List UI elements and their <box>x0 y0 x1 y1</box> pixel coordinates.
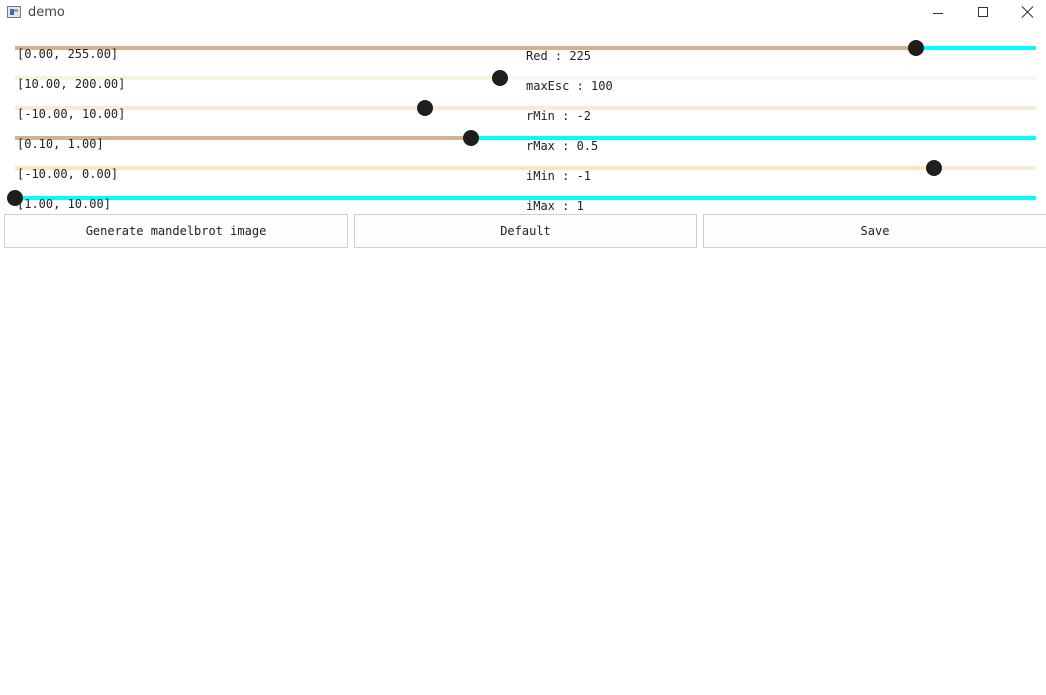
close-button[interactable] <box>1006 0 1046 28</box>
slider-value-label: iMin : -1 <box>526 169 592 183</box>
slider-value-label: rMin : -2 <box>526 109 592 123</box>
slider-range-label: [0.00, 255.00] <box>17 47 119 61</box>
slider-value-label: rMax : 0.5 <box>526 139 599 153</box>
slider-value-label: iMax : 1 <box>526 199 584 213</box>
slider-handle[interactable] <box>925 160 942 176</box>
generate-mandelbrot-button[interactable]: Generate mandelbrot image <box>4 214 348 248</box>
slider-value-label: Red : 225 <box>526 49 592 63</box>
slider-fill <box>15 46 916 50</box>
slider-range-label: [-10.00, 0.00] <box>17 167 119 181</box>
slider-range-label: [1.00, 10.00] <box>17 197 111 211</box>
save-button[interactable]: Save <box>703 214 1046 248</box>
window-title: demo <box>28 5 65 20</box>
app-icon <box>7 6 21 18</box>
slider-handle[interactable] <box>491 70 508 86</box>
slider-handle[interactable] <box>907 40 924 56</box>
minimize-button[interactable] <box>916 0 961 28</box>
slider-fill <box>15 166 934 170</box>
slider-value-label: maxEsc : 100 <box>526 79 613 93</box>
slider-handle[interactable] <box>463 130 480 146</box>
slider-range-label: [10.00, 200.00] <box>17 77 126 91</box>
maximize-button[interactable] <box>961 0 1006 28</box>
default-button[interactable]: Default <box>354 214 697 248</box>
slider-range-label: [0.10, 1.00] <box>17 137 104 151</box>
title-bar: demo <box>0 0 1046 28</box>
maximize-icon <box>978 7 988 17</box>
slider-handle[interactable] <box>417 100 434 116</box>
close-icon <box>1022 6 1034 18</box>
minimize-icon <box>933 13 943 14</box>
slider-range-label: [-10.00, 10.00] <box>17 107 126 121</box>
